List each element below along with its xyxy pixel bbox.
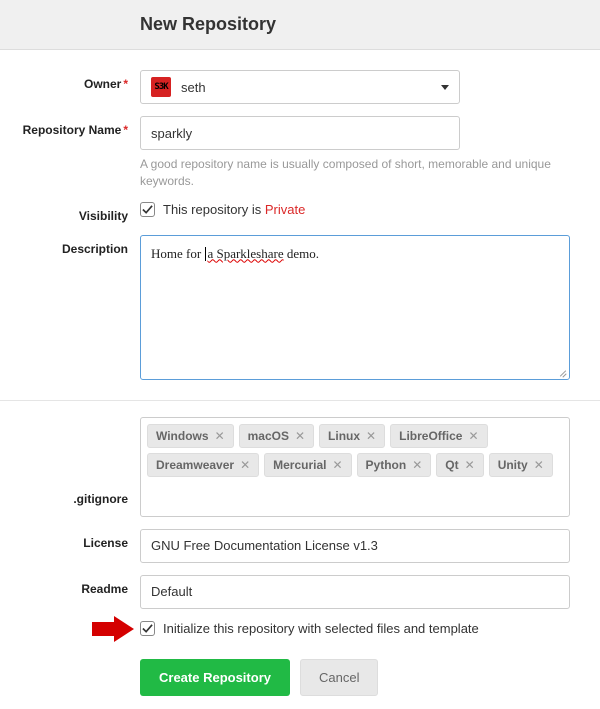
readme-row: Readme Default [0, 569, 600, 615]
gitignore-tag[interactable]: Python✕ [357, 453, 432, 477]
create-button[interactable]: Create Repository [140, 659, 290, 696]
page-title: New Repository [140, 14, 600, 35]
chevron-down-icon [441, 85, 449, 90]
red-arrow-icon [92, 616, 136, 646]
owner-value: seth [181, 80, 441, 95]
init-label: Initialize this repository with selected… [163, 621, 479, 636]
resize-handle-icon[interactable] [557, 367, 567, 377]
gitignore-row: .gitignore Windows✕macOS✕Linux✕LibreOffi… [0, 411, 600, 523]
remove-tag-icon[interactable]: ✕ [412, 458, 422, 472]
readme-select[interactable]: Default [140, 575, 570, 609]
license-row: License GNU Free Documentation License v… [0, 523, 600, 569]
remove-tag-icon[interactable]: ✕ [468, 429, 478, 443]
visibility-text: This repository is Private [163, 202, 305, 217]
gitignore-tag[interactable]: Dreamweaver✕ [147, 453, 259, 477]
owner-avatar: S3K [151, 77, 171, 97]
gitignore-input[interactable]: Windows✕macOS✕Linux✕LibreOffice✕ Dreamwea… [140, 417, 570, 517]
check-icon [142, 623, 153, 634]
gitignore-tag[interactable]: Linux✕ [319, 424, 385, 448]
reponame-label: Repository Name* [0, 116, 140, 137]
remove-tag-icon[interactable]: ✕ [534, 458, 544, 472]
gitignore-tag[interactable]: Mercurial✕ [264, 453, 351, 477]
owner-label: Owner* [0, 70, 140, 91]
init-checkbox[interactable] [140, 621, 155, 636]
remove-tag-icon[interactable]: ✕ [332, 458, 342, 472]
description-label: Description [0, 235, 140, 256]
remove-tag-icon[interactable]: ✕ [240, 458, 250, 472]
buttons-row: Create Repository Cancel [0, 647, 600, 702]
license-label: License [0, 529, 140, 550]
gitignore-tag[interactable]: Unity✕ [489, 453, 553, 477]
check-icon [142, 204, 153, 215]
gitignore-tag[interactable]: Windows✕ [147, 424, 234, 448]
reponame-hint: A good repository name is usually compos… [140, 156, 570, 190]
visibility-row: Visibility This repository is Private [0, 196, 600, 229]
remove-tag-icon[interactable]: ✕ [215, 429, 225, 443]
gitignore-label: .gitignore [0, 417, 140, 506]
remove-tag-icon[interactable]: ✕ [465, 458, 475, 472]
owner-row: Owner* S3K seth [0, 64, 600, 110]
remove-tag-icon[interactable]: ✕ [366, 429, 376, 443]
init-row: Initialize this repository with selected… [0, 615, 600, 647]
reponame-input[interactable] [140, 116, 460, 150]
gitignore-tag[interactable]: Qt✕ [436, 453, 483, 477]
page-header: New Repository [0, 0, 600, 50]
description-row: Description Home for a Sparkleshare demo… [0, 229, 600, 386]
gitignore-tag[interactable]: LibreOffice✕ [390, 424, 487, 448]
new-repo-form: Owner* S3K seth Repository Name* A good … [0, 50, 600, 702]
reponame-row: Repository Name* A good repository name … [0, 110, 600, 196]
visibility-label: Visibility [0, 202, 140, 223]
remove-tag-icon[interactable]: ✕ [295, 429, 305, 443]
visibility-checkbox[interactable] [140, 202, 155, 217]
section-divider [0, 400, 600, 401]
gitignore-tag[interactable]: macOS✕ [239, 424, 314, 448]
cancel-button[interactable]: Cancel [300, 659, 378, 696]
owner-dropdown[interactable]: S3K seth [140, 70, 460, 104]
description-textarea[interactable]: Home for a Sparkleshare demo. [140, 235, 570, 380]
readme-label: Readme [0, 575, 140, 596]
license-select[interactable]: GNU Free Documentation License v1.3 [140, 529, 570, 563]
